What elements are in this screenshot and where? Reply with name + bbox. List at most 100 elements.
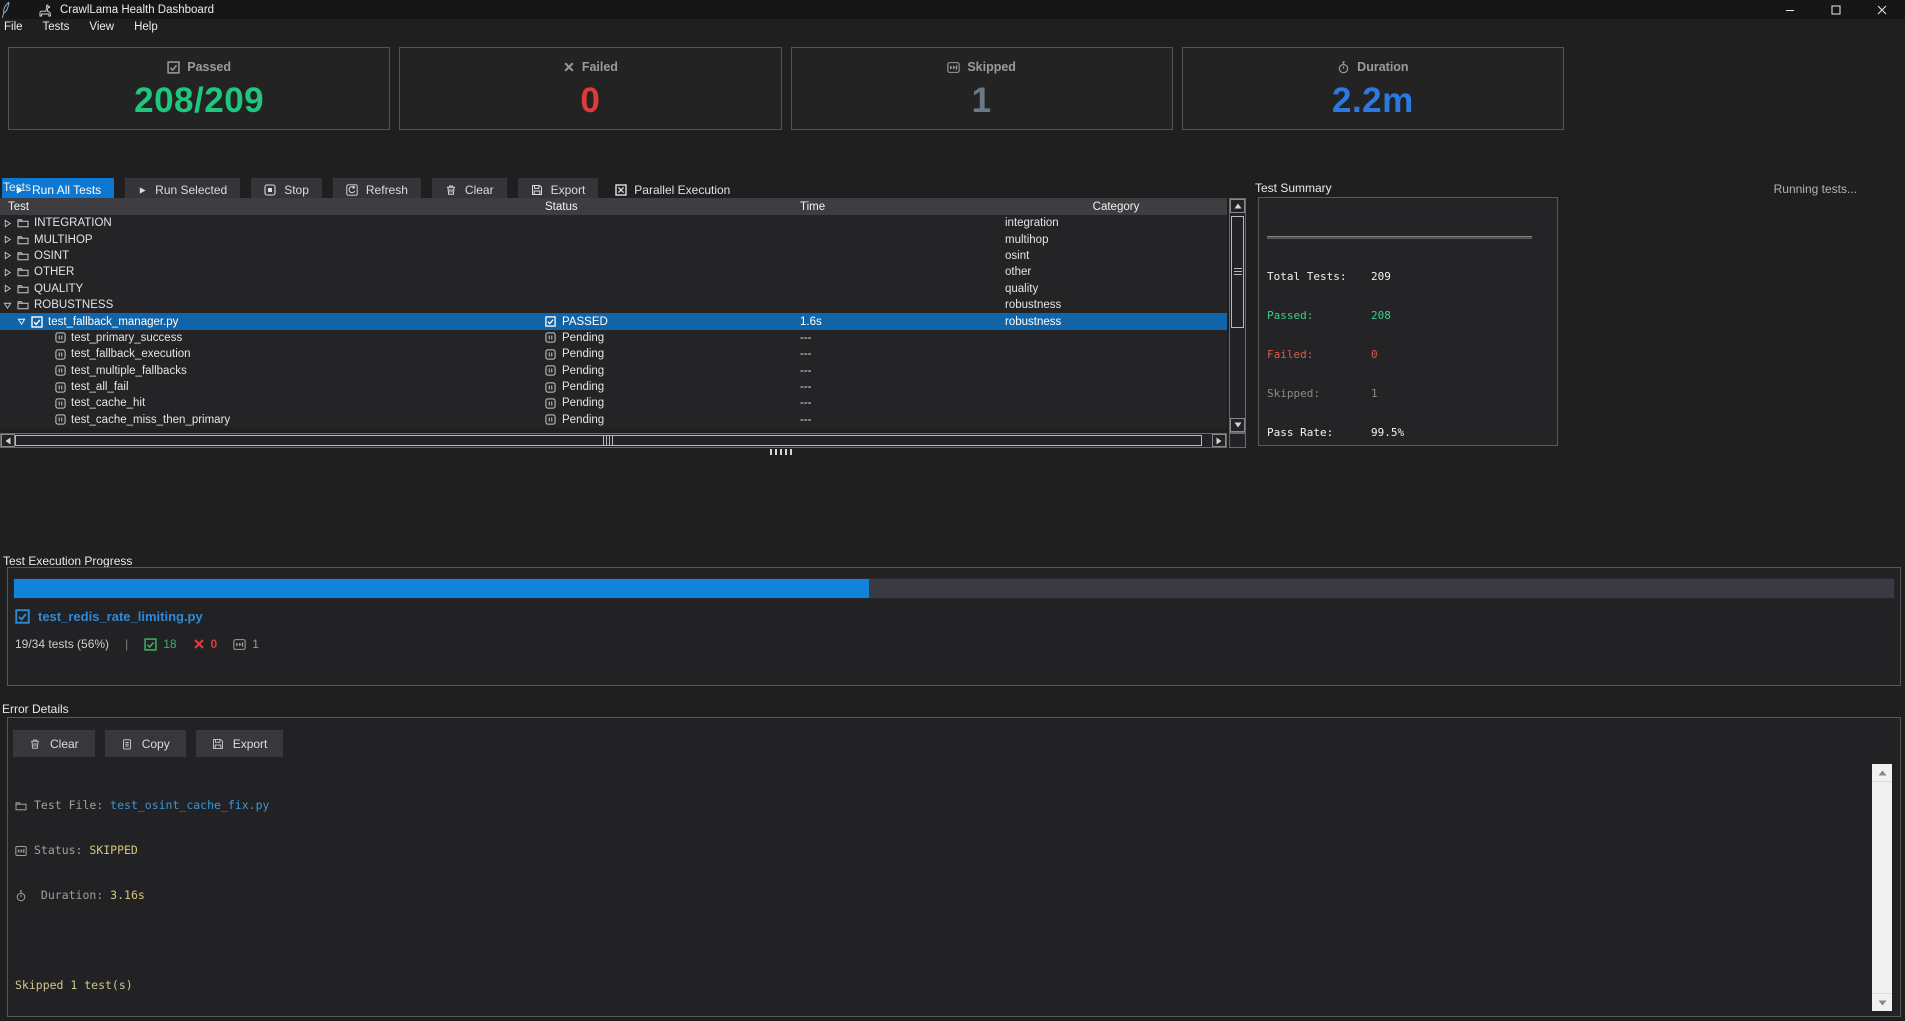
- table-row-test[interactable]: test_primary_success Pending ---: [0, 330, 1227, 346]
- column-header-time[interactable]: Time: [800, 201, 1005, 213]
- table-row-test[interactable]: test_cache_miss_then_primary Pending ---: [0, 412, 1227, 428]
- checked-checkbox-icon: [15, 609, 30, 624]
- summary-value-passed: 208: [1371, 309, 1391, 322]
- category-cell: other: [1005, 266, 1227, 278]
- category-cell: integration: [1005, 217, 1227, 229]
- copy-icon: [121, 738, 133, 750]
- table-row-test[interactable]: test_fallback_execution Pending ---: [0, 346, 1227, 362]
- app-window: CrawlLama Health Dashboard File Tests Vi…: [0, 0, 1905, 1021]
- skipped-card-value: 1: [972, 81, 992, 121]
- failed-card-label: Failed: [582, 60, 618, 74]
- folder-icon: [15, 801, 27, 811]
- error-clear-button[interactable]: Clear: [13, 730, 95, 757]
- status-text: PASSED: [562, 316, 608, 328]
- chevron-right-icon[interactable]: [3, 268, 12, 277]
- table-row-other[interactable]: OTHER other: [0, 264, 1227, 280]
- menu-view[interactable]: View: [79, 21, 124, 33]
- table-row-quality[interactable]: QUALITY quality: [0, 281, 1227, 297]
- failed-count: 0: [211, 637, 218, 651]
- column-header-category[interactable]: Category: [1005, 201, 1227, 213]
- error-copy-button[interactable]: Copy: [105, 730, 186, 757]
- checked-checkbox-icon[interactable]: [31, 316, 43, 328]
- test-name: test_primary_success: [71, 332, 182, 344]
- passed-count: 18: [163, 637, 176, 651]
- table-row-test[interactable]: test_multiple_fallbacks Pending ---: [0, 363, 1227, 379]
- pause-icon: [545, 414, 556, 425]
- parallel-execution-checkbox[interactable]: Parallel Execution: [615, 183, 730, 197]
- status-text: Pending: [562, 381, 604, 393]
- chevron-down-icon[interactable]: [17, 317, 26, 326]
- error-export-button[interactable]: Export: [196, 730, 284, 757]
- chevron-right-icon[interactable]: [3, 235, 12, 244]
- table-header: Test Status Time Category: [0, 198, 1227, 215]
- failed-card: Failed 0: [399, 47, 781, 130]
- minimize-button[interactable]: [1767, 0, 1813, 19]
- table-row-test[interactable]: test_all_fail Pending ---: [0, 379, 1227, 395]
- menu-tests[interactable]: Tests: [33, 21, 80, 33]
- window-title: CrawlLama Health Dashboard: [60, 4, 214, 16]
- scroll-up-button[interactable]: [1230, 199, 1245, 213]
- duration-card-value: 2.2m: [1332, 81, 1414, 121]
- menu-help[interactable]: Help: [124, 21, 168, 33]
- column-header-status[interactable]: Status: [545, 201, 800, 213]
- failed-x-icon: [563, 61, 575, 73]
- chevron-down-icon[interactable]: [3, 301, 12, 310]
- parallel-execution-label: Parallel Execution: [634, 183, 730, 197]
- column-header-test[interactable]: Test: [0, 201, 545, 213]
- menu-file[interactable]: File: [0, 21, 33, 33]
- progress-bar: [13, 578, 1895, 599]
- scroll-up-button[interactable]: [1872, 764, 1892, 781]
- status-text: Pending: [562, 414, 604, 426]
- scroll-down-button[interactable]: [1872, 994, 1892, 1011]
- progress-panel-title: Test Execution Progress: [3, 554, 132, 568]
- vertical-scrollbar-thumb[interactable]: [1231, 216, 1244, 328]
- summary-value-skipped: 1: [1371, 387, 1378, 400]
- pause-icon: [55, 332, 66, 343]
- table-row-integration[interactable]: INTEGRATION integration: [0, 215, 1227, 231]
- error-vertical-scrollbar[interactable]: [1872, 764, 1892, 1011]
- title-bar: CrawlLama Health Dashboard: [0, 0, 1905, 19]
- category-cell: quality: [1005, 283, 1227, 295]
- summary-label-failed: Failed:: [1267, 348, 1371, 361]
- scroll-down-button[interactable]: [1230, 418, 1245, 432]
- scroll-left-button[interactable]: [1, 434, 15, 447]
- stopwatch-icon: [1337, 61, 1350, 74]
- horizontal-scrollbar-thumb[interactable]: [15, 435, 1202, 446]
- chevron-right-icon[interactable]: [3, 219, 12, 228]
- window-controls: [1767, 0, 1905, 19]
- table-row-robustness[interactable]: ROBUSTNESS robustness: [0, 297, 1227, 313]
- passed-check-icon: [545, 316, 556, 327]
- run-statistics: 19/34 tests (56%) | 18 0 1: [15, 637, 259, 651]
- passed-card: Passed 208/209: [8, 47, 390, 130]
- test-name: QUALITY: [34, 283, 83, 295]
- test-file-value: test_osint_cache_fix.py: [110, 798, 269, 813]
- table-horizontal-scrollbar[interactable]: [0, 433, 1227, 448]
- test-name: ROBUSTNESS: [34, 299, 113, 311]
- tests-table: Test Status Time Category INTEGRATION in…: [0, 198, 1227, 428]
- table-row-selected-file[interactable]: test_fallback_manager.py PASSED 1.6s rob…: [0, 313, 1227, 329]
- scroll-right-button[interactable]: [1212, 434, 1226, 447]
- close-button[interactable]: [1859, 0, 1905, 19]
- table-row-multihop[interactable]: MULTIHOP multihop: [0, 231, 1227, 247]
- vertical-scrollbar-thumb[interactable]: [1872, 781, 1892, 994]
- category-cell: robustness: [1005, 299, 1227, 311]
- test-name: MULTIHOP: [34, 234, 93, 246]
- table-row-osint[interactable]: OSINT osint: [0, 248, 1227, 264]
- pause-icon: [55, 349, 66, 360]
- maximize-button[interactable]: [1813, 0, 1859, 19]
- chevron-right-icon[interactable]: [3, 284, 12, 293]
- folder-icon: [17, 284, 29, 294]
- chevron-right-icon[interactable]: [3, 251, 12, 260]
- status-text: Pending: [562, 348, 604, 360]
- save-icon: [531, 184, 543, 196]
- error-toolbar: Clear Copy Export: [13, 730, 283, 757]
- folder-icon: [17, 235, 29, 245]
- summary-value-passrate: 99.5%: [1371, 426, 1404, 439]
- passed-card-value: 208/209: [134, 81, 264, 121]
- table-row-test[interactable]: test_cache_hit Pending ---: [0, 395, 1227, 411]
- checked-checkbox-icon: [615, 184, 627, 196]
- table-vertical-scrollbar[interactable]: [1229, 198, 1246, 433]
- test-name: test_multiple_fallbacks: [71, 365, 187, 377]
- splitter-grip[interactable]: [770, 449, 794, 455]
- skipped-count: 1: [252, 637, 259, 651]
